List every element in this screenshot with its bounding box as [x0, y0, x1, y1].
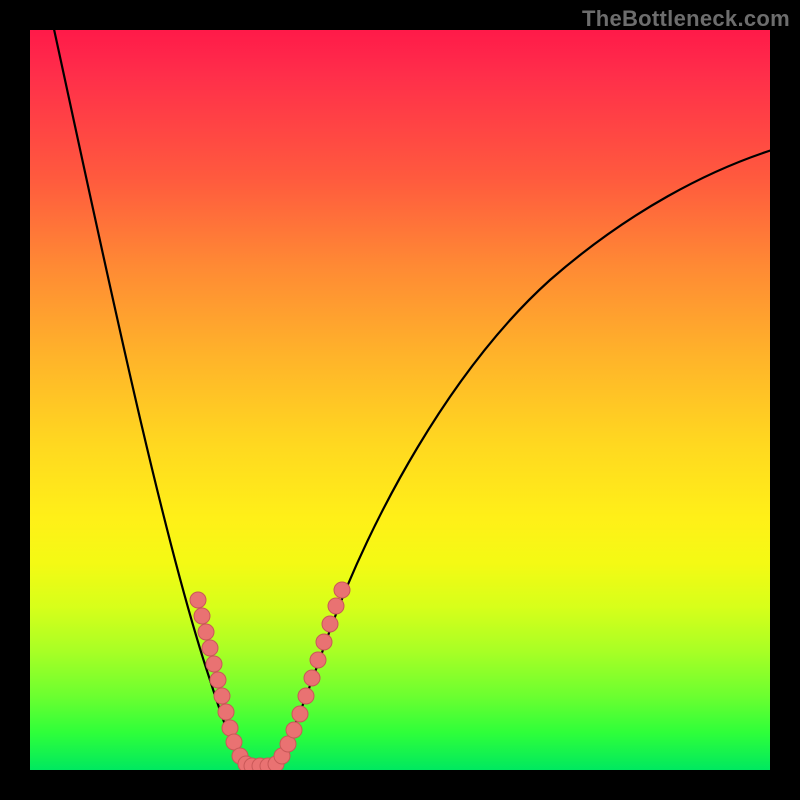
bead — [310, 652, 326, 668]
curves-svg — [30, 30, 770, 770]
bead — [286, 722, 302, 738]
bead — [334, 582, 350, 598]
bead — [202, 640, 218, 656]
branding-text: TheBottleneck.com — [582, 6, 790, 32]
chart-frame: TheBottleneck.com — [0, 0, 800, 800]
plot-area — [30, 30, 770, 770]
bead — [198, 624, 214, 640]
bead — [222, 720, 238, 736]
bead — [210, 672, 226, 688]
bead — [206, 656, 222, 672]
bead — [190, 592, 206, 608]
bead — [304, 670, 320, 686]
bead — [298, 688, 314, 704]
bead — [292, 706, 308, 722]
bead — [316, 634, 332, 650]
bead — [194, 608, 210, 624]
bead-cluster — [190, 582, 350, 770]
bead — [214, 688, 230, 704]
right-curve — [276, 150, 770, 766]
bead — [218, 704, 234, 720]
bead — [322, 616, 338, 632]
bead — [328, 598, 344, 614]
